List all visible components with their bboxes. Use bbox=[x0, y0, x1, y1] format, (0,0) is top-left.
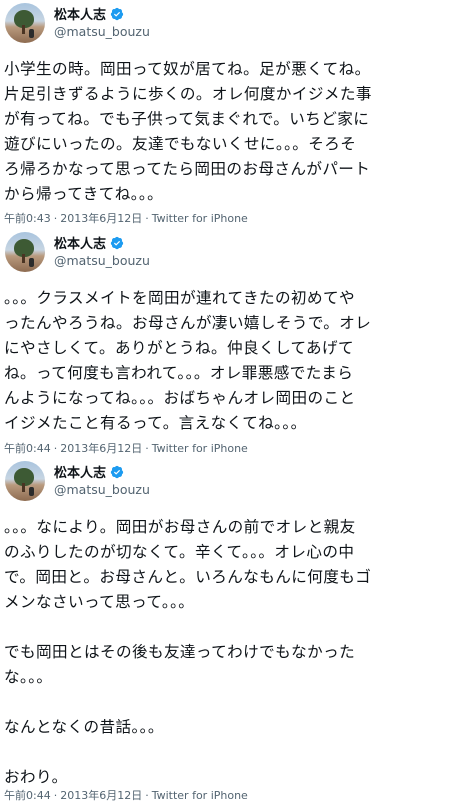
tweet-meta: 午前0:44 · 2013年6月12日 · Twitter for iPhone bbox=[4, 440, 248, 456]
tweet-date[interactable]: 2013年6月12日 bbox=[60, 212, 142, 225]
display-name[interactable]: 松本人志 bbox=[54, 233, 106, 252]
author-row: 松本人志 bbox=[54, 233, 124, 252]
tweet-line: 遊びにいったの。友達でもないくせに。。。そろそ bbox=[4, 135, 357, 153]
meta-separator: · bbox=[53, 442, 58, 455]
tweet-line: んようになってね。。。おばちゃんオレ岡田のこと bbox=[4, 389, 356, 407]
meta-separator: · bbox=[53, 212, 58, 225]
meta-separator: · bbox=[145, 442, 149, 455]
tweet-line: ろ帰ろかなって思ってたら岡田のお母さんがパート bbox=[4, 160, 371, 178]
tweet-text: 小学生の時。岡田って奴が居てね。足が悪くてね。 片足引きずるように歩くの。オレ何… bbox=[4, 57, 444, 207]
tweet-source[interactable]: Twitter for iPhone bbox=[152, 212, 248, 225]
tweet-line: メンなさいって思って。。。 bbox=[4, 593, 195, 611]
tweet-text: 。。。なにより。岡田がお母さんの前でオレと親友 のふりしたのが切なくて。辛くて。… bbox=[4, 515, 444, 790]
avatar[interactable] bbox=[5, 3, 45, 43]
tweet-line: 。。。クラスメイトを岡田が連れてきたの初めてや bbox=[4, 289, 356, 307]
display-name[interactable]: 松本人志 bbox=[54, 462, 106, 481]
tweet-line: な。。。 bbox=[4, 668, 53, 686]
tweet-line bbox=[4, 740, 444, 765]
tweet-3: 松本人志 @matsu_bouzu 。。。なにより。岡田がお母さんの前でオレと親… bbox=[0, 458, 450, 805]
tweet-line: で。岡田と。お母さんと。いろんなもんに何度もゴ bbox=[4, 568, 372, 586]
tweet-line bbox=[4, 690, 444, 715]
tweet-source[interactable]: Twitter for iPhone bbox=[152, 442, 248, 455]
tweet-date[interactable]: 2013年6月12日 bbox=[60, 442, 142, 455]
verified-badge-icon bbox=[110, 465, 124, 478]
tweet-time[interactable]: 午前0:44 bbox=[4, 789, 51, 802]
tweet-line: 。。。なにより。岡田がお母さんの前でオレと親友 bbox=[4, 518, 356, 536]
tweet-time[interactable]: 午前0:44 bbox=[4, 442, 51, 455]
tweet-line: でも岡田とはその後も友達ってわけでもなかった bbox=[4, 643, 356, 661]
verified-badge-icon bbox=[110, 236, 124, 249]
tweet-source[interactable]: Twitter for iPhone bbox=[152, 789, 248, 802]
tweet-time[interactable]: 午前0:43 bbox=[4, 212, 51, 225]
tweet-line: イジメたこと有るって。言えなくてね。。。 bbox=[4, 414, 307, 432]
tweet-line: が有ってね。でも子供って気まぐれで。いちど家に bbox=[4, 110, 370, 128]
avatar[interactable] bbox=[5, 461, 45, 501]
tweet-text: 。。。クラスメイトを岡田が連れてきたの初めてや ったんやろうね。お母さんが凄い嬉… bbox=[4, 286, 444, 436]
tweet-line: 片足引きずるように歩くの。オレ何度かイジメた事 bbox=[4, 85, 372, 103]
tweet-line: なんとなくの昔話。。。 bbox=[4, 718, 164, 736]
tweet-meta: 午前0:43 · 2013年6月12日 · Twitter for iPhone bbox=[4, 210, 248, 226]
meta-separator: · bbox=[145, 789, 149, 802]
author-row: 松本人志 bbox=[54, 462, 124, 481]
tweet-line bbox=[4, 615, 444, 640]
avatar[interactable] bbox=[5, 232, 45, 272]
author-row: 松本人志 bbox=[54, 4, 124, 23]
meta-separator: · bbox=[145, 212, 149, 225]
tweet-line: から帰ってきてね。。。 bbox=[4, 185, 164, 203]
tweet-1: 松本人志 @matsu_bouzu 小学生の時。岡田って奴が居てね。足が悪くてね… bbox=[0, 0, 450, 229]
tweet-line: ったんやろうね。お母さんが凄い嬉しそうで。オレ bbox=[4, 314, 372, 332]
display-name[interactable]: 松本人志 bbox=[54, 4, 106, 23]
handle[interactable]: @matsu_bouzu bbox=[54, 482, 150, 497]
tweet-meta: 午前0:44 · 2013年6月12日 · Twitter for iPhone bbox=[4, 787, 248, 803]
verified-badge-icon bbox=[110, 7, 124, 20]
tweet-line: にやさしくて。ありがとうね。仲良くしてあげて bbox=[4, 339, 354, 357]
tweet-line: 小学生の時。岡田って奴が居てね。足が悪くてね。 bbox=[4, 60, 371, 78]
tweet-line: ね。って何度も言われて。。。オレ罪悪感でたまら bbox=[4, 364, 354, 382]
meta-separator: · bbox=[53, 789, 58, 802]
tweet-date[interactable]: 2013年6月12日 bbox=[60, 789, 142, 802]
tweet-line: のふりしたのが切なくて。辛くて。。。オレ心の中 bbox=[4, 543, 355, 561]
handle[interactable]: @matsu_bouzu bbox=[54, 253, 150, 268]
handle[interactable]: @matsu_bouzu bbox=[54, 24, 150, 39]
tweet-2: 松本人志 @matsu_bouzu 。。。クラスメイトを岡田が連れてきたの初めて… bbox=[0, 229, 450, 458]
